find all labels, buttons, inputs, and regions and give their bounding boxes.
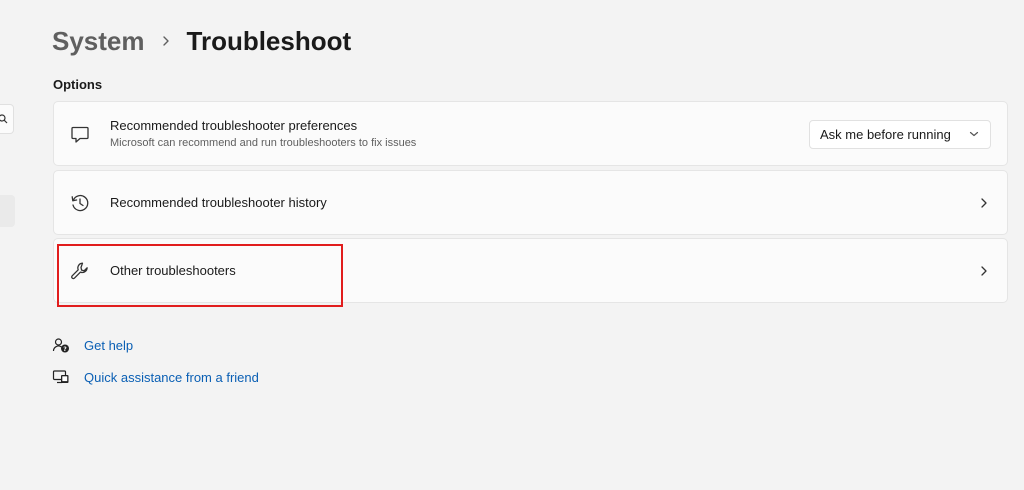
option-subtitle: Microsoft can recommend and run troubles… <box>110 136 417 149</box>
breadcrumb: System Troubleshoot <box>52 23 351 59</box>
troubleshooter-preference-dropdown[interactable]: Ask me before running <box>809 120 991 149</box>
dropdown-selected-value: Ask me before running <box>820 127 951 142</box>
chevron-down-icon <box>968 126 980 144</box>
chat-bubble-icon <box>69 123 91 145</box>
svg-text:?: ? <box>63 346 67 353</box>
option-troubleshooter-history[interactable]: Recommended troubleshooter history <box>53 170 1008 235</box>
option-text: Recommended troubleshooter history <box>110 194 327 212</box>
option-text: Recommended troubleshooter preferences M… <box>110 117 416 151</box>
chevron-right-icon <box>161 34 171 48</box>
settings-page: System Troubleshoot Options Recommended … <box>0 0 1024 490</box>
option-title: Other troubleshooters <box>110 262 236 278</box>
option-text: Other troubleshooters <box>110 262 236 280</box>
chevron-right-icon <box>977 264 991 278</box>
get-help-link[interactable]: ? Get help <box>52 336 133 354</box>
history-icon <box>69 192 91 214</box>
option-title: Recommended troubleshooter preferences <box>110 117 358 133</box>
sidebar-search-box[interactable] <box>0 104 14 134</box>
wrench-icon <box>69 260 91 282</box>
page-title: Troubleshoot <box>186 25 352 56</box>
chevron-right-icon <box>977 196 991 210</box>
quick-assist-icon <box>52 368 70 386</box>
search-icon <box>0 114 8 124</box>
option-other-troubleshooters[interactable]: Other troubleshooters <box>53 238 1008 303</box>
get-help-icon: ? <box>52 336 70 354</box>
quick-assistance-link[interactable]: Quick assistance from a friend <box>52 368 259 386</box>
section-label-options: Options <box>53 77 103 92</box>
sidebar-item-selected[interactable] <box>0 195 15 227</box>
option-troubleshooter-preferences: Recommended troubleshooter preferences M… <box>53 101 1008 166</box>
breadcrumb-parent-system[interactable]: System <box>52 26 145 57</box>
quick-assistance-label: Quick assistance from a friend <box>84 369 259 385</box>
get-help-label: Get help <box>84 337 134 353</box>
option-title: Recommended troubleshooter history <box>110 194 327 210</box>
